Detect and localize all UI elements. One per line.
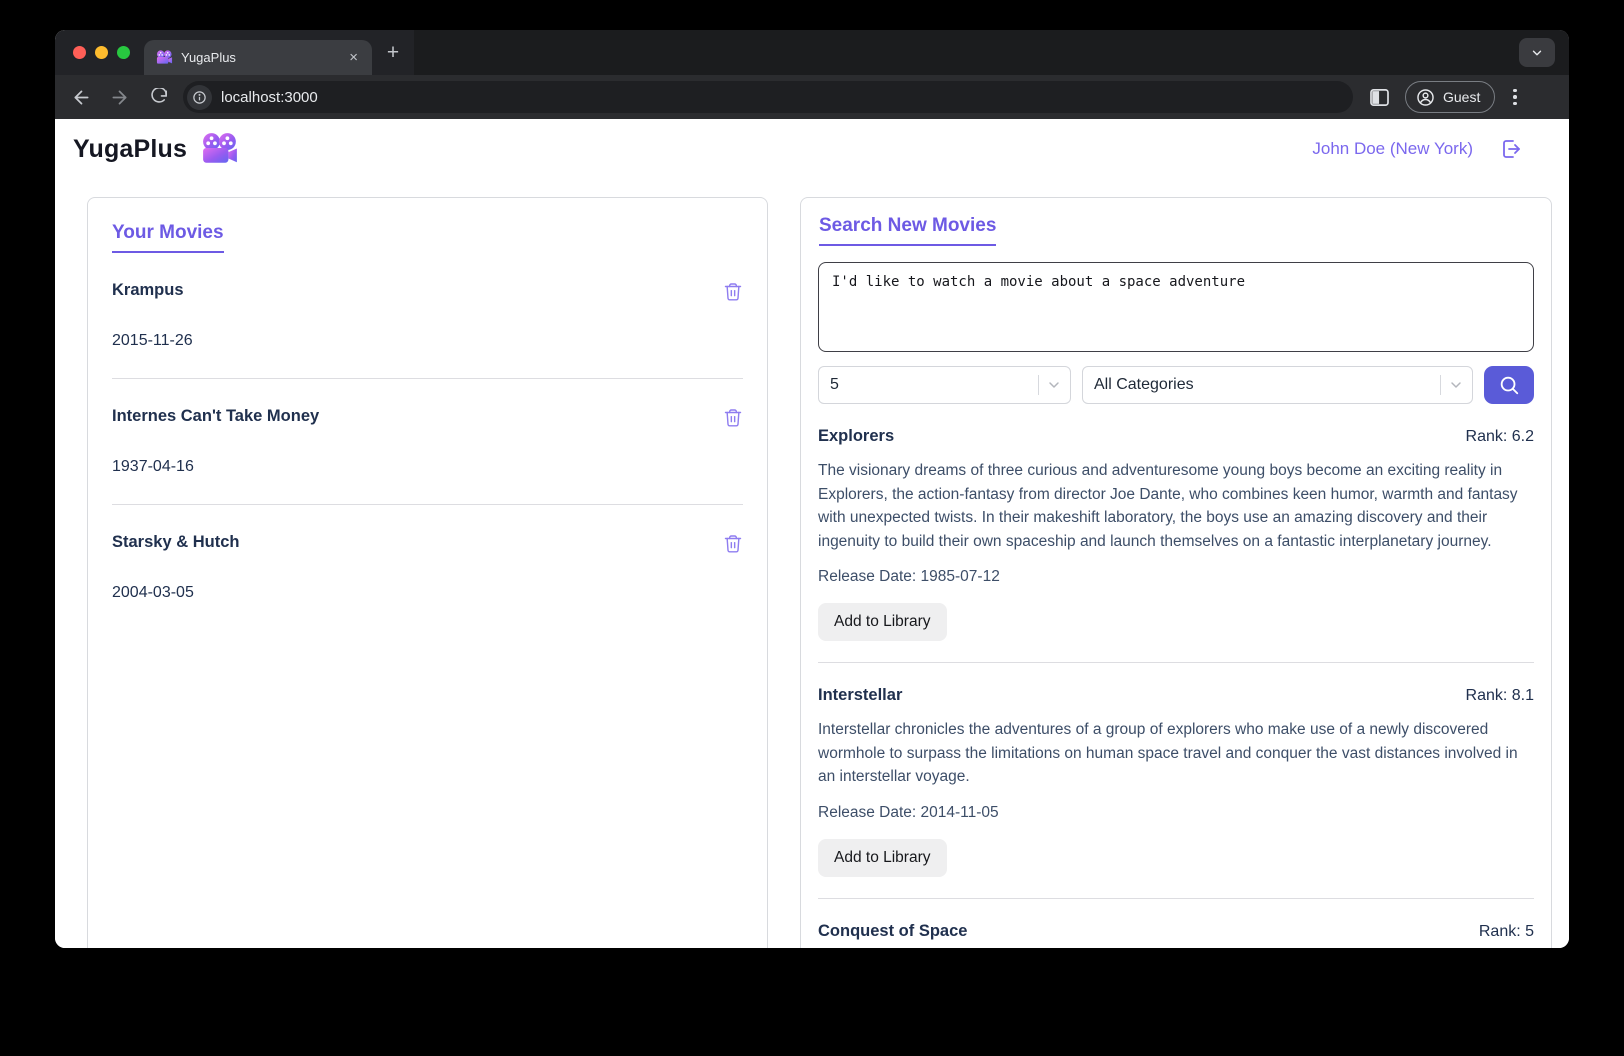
search-result: Explorers Rank: 6.2 The visionary dreams… — [818, 427, 1534, 663]
movie-camera-logo-icon — [201, 133, 239, 165]
zoom-window-button[interactable] — [117, 46, 130, 59]
main-content: Your Movies Krampus 2015-11-26 Internes … — [55, 179, 1569, 948]
search-new-movies-title[interactable]: Search New Movies — [819, 215, 996, 246]
new-tab-button[interactable]: + — [372, 30, 414, 75]
browser-window: YugaPlus × + localhost:3000 — [55, 30, 1569, 948]
result-title: Explorers — [818, 427, 894, 446]
movie-title: Krampus — [112, 281, 184, 300]
tab-yugaplus[interactable]: YugaPlus × — [144, 40, 372, 75]
result-divider — [818, 898, 1534, 899]
tab-close-icon[interactable]: × — [345, 48, 362, 67]
window-controls — [55, 30, 144, 75]
movie-release-date: 1937-04-16 — [112, 458, 743, 476]
search-result: Conquest of Space Rank: 5 — [818, 922, 1534, 941]
result-title: Interstellar — [818, 686, 902, 705]
profile-guest-button[interactable]: Guest — [1405, 81, 1495, 113]
tab-title: YugaPlus — [181, 50, 337, 65]
result-divider — [818, 662, 1534, 663]
your-movies-panel: Your Movies Krampus 2015-11-26 Internes … — [87, 197, 768, 948]
list-divider — [112, 504, 743, 505]
minimize-window-button[interactable] — [95, 46, 108, 59]
search-query-input[interactable]: I'd like to watch a movie about a space … — [818, 262, 1534, 352]
select-separator — [1440, 375, 1441, 395]
guest-avatar-icon — [1416, 88, 1435, 107]
result-limit-value: 5 — [830, 376, 839, 394]
browser-toolbar: localhost:3000 Guest — [55, 75, 1569, 119]
logout-icon[interactable] — [1499, 137, 1523, 161]
browser-menu-icon[interactable] — [1509, 89, 1521, 106]
result-description: The visionary dreams of three curious an… — [818, 459, 1534, 553]
list-divider — [112, 378, 743, 379]
search-result: Interstellar Rank: 8.1 Interstellar chro… — [818, 686, 1534, 899]
chevron-down-icon — [1046, 377, 1062, 393]
tab-strip-spacer — [414, 30, 1569, 75]
favicon-movie-camera-icon — [156, 50, 173, 65]
result-rank: Rank: 6.2 — [1466, 428, 1534, 446]
delete-movie-trash-icon[interactable] — [723, 533, 743, 554]
result-title: Conquest of Space — [818, 922, 967, 941]
delete-movie-trash-icon[interactable] — [723, 281, 743, 302]
chevron-down-icon — [1448, 377, 1464, 393]
guest-label: Guest — [1443, 89, 1480, 105]
list-item: Internes Can't Take Money 1937-04-16 — [112, 407, 743, 476]
url-text: localhost:3000 — [221, 89, 318, 106]
result-rank: Rank: 5 — [1479, 923, 1534, 941]
search-new-movies-panel: Search New Movies I'd like to watch a mo… — [800, 197, 1552, 948]
side-panel-icon[interactable] — [1367, 85, 1391, 109]
select-separator — [1038, 375, 1039, 395]
forward-icon[interactable] — [107, 85, 131, 109]
delete-movie-trash-icon[interactable] — [723, 407, 743, 428]
movie-release-date: 2015-11-26 — [112, 332, 743, 350]
yugaplus-app: YugaPlus John Doe (New York) — [55, 119, 1569, 948]
result-release-date: Release Date: 1985-07-12 — [818, 568, 1534, 586]
your-movies-title[interactable]: Your Movies — [112, 222, 224, 253]
search-icon — [1498, 374, 1520, 396]
search-button[interactable] — [1484, 366, 1534, 404]
search-controls: 5 All Categories — [818, 366, 1534, 404]
result-release-date: Release Date: 2014-11-05 — [818, 804, 1534, 822]
list-item: Krampus 2015-11-26 — [112, 281, 743, 350]
movie-title: Internes Can't Take Money — [112, 407, 319, 426]
url-bar[interactable]: localhost:3000 — [183, 81, 1353, 113]
app-header: YugaPlus John Doe (New York) — [55, 119, 1569, 179]
site-info-icon[interactable] — [187, 85, 212, 110]
movie-title: Starsky & Hutch — [112, 533, 239, 552]
category-select[interactable]: All Categories — [1082, 366, 1473, 404]
result-rank: Rank: 8.1 — [1466, 687, 1534, 705]
back-icon[interactable] — [69, 85, 93, 109]
tab-search-chevron-button[interactable] — [1519, 38, 1555, 67]
add-to-library-button[interactable]: Add to Library — [818, 603, 947, 641]
add-to-library-button[interactable]: Add to Library — [818, 839, 947, 877]
tab-strip: YugaPlus × + — [55, 30, 1569, 75]
user-profile-link[interactable]: John Doe (New York) — [1312, 139, 1473, 159]
result-limit-select[interactable]: 5 — [818, 366, 1071, 404]
reload-icon[interactable] — [145, 85, 169, 109]
result-description: Interstellar chronicles the adventures o… — [818, 718, 1534, 789]
close-window-button[interactable] — [73, 46, 86, 59]
category-value: All Categories — [1094, 376, 1194, 394]
movie-release-date: 2004-03-05 — [112, 584, 743, 602]
app-brand-title: YugaPlus — [73, 135, 187, 164]
list-item: Starsky & Hutch 2004-03-05 — [112, 533, 743, 602]
